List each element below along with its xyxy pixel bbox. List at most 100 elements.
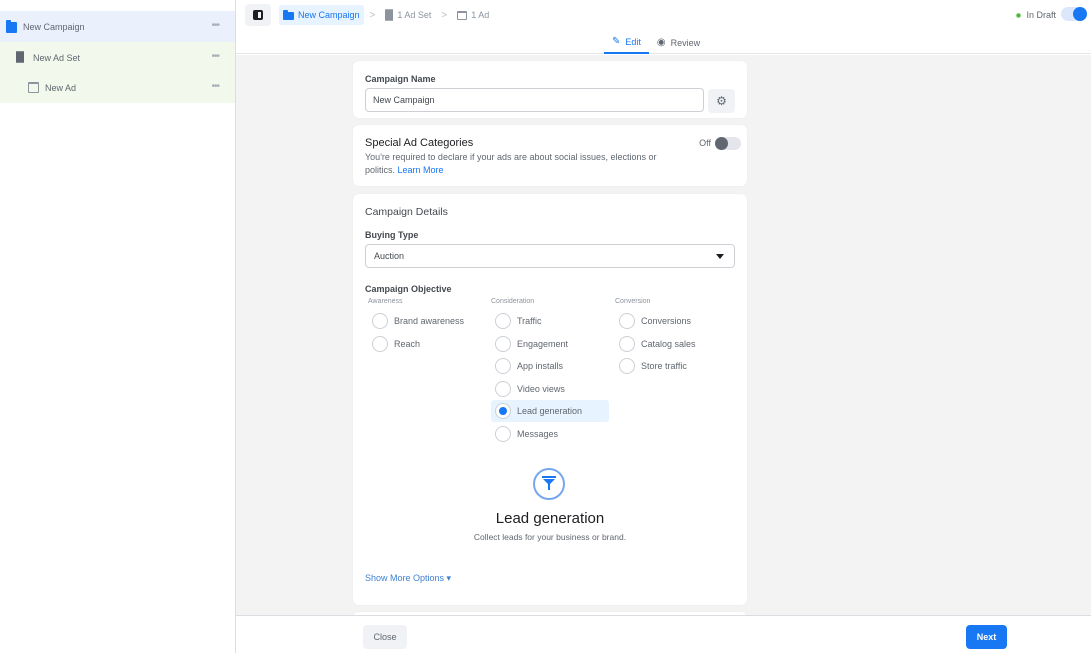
breadcrumb-label: New Campaign: [298, 10, 360, 20]
radio-label: Lead generation: [517, 406, 583, 416]
campaign-tree-sidebar: New Campaign ••• New Ad Set ••• New Ad •…: [0, 0, 236, 653]
radio-label: Messages: [517, 429, 559, 439]
objective-column-awareness: Awareness: [368, 298, 403, 305]
radio-label: Store traffic: [641, 361, 687, 371]
campaign-name-label: Campaign Name: [365, 74, 436, 84]
breadcrumb: New Campaign > 1 Ad Set > 1 Ad: [279, 5, 493, 25]
radio-label: Conversions: [641, 316, 692, 326]
radio-circle: [619, 336, 635, 352]
next-button[interactable]: Next: [966, 625, 1007, 649]
breadcrumb-ad-set[interactable]: 1 Ad Set: [381, 5, 435, 25]
buying-type-select[interactable]: Auction: [365, 244, 735, 268]
buying-type-value: Auction: [374, 251, 405, 261]
objective-radio-store-traffic[interactable]: Store traffic: [615, 356, 687, 376]
ad-icon: [28, 82, 39, 93]
tree-item-ad[interactable]: New Ad •••: [0, 72, 235, 103]
buying-type-label: Buying Type: [365, 230, 419, 240]
tab-label: Review: [670, 37, 701, 48]
tree-item-ad-set[interactable]: New Ad Set •••: [0, 42, 235, 73]
campaign-on-off-toggle[interactable]: [1061, 7, 1087, 21]
special-ad-categories-card: Special Ad Categories You're required to…: [353, 125, 747, 186]
campaign-settings-button[interactable]: ⚙: [708, 89, 735, 113]
special-ad-categories-title: Special Ad Categories: [365, 137, 474, 149]
eye-icon: ◉: [656, 37, 666, 48]
objective-radio-engagement[interactable]: Engagement: [491, 334, 568, 354]
radio-label: Traffic: [517, 316, 542, 326]
top-bar: New Campaign > 1 Ad Set > 1 Ad ✎ Edit ◉ …: [236, 0, 1091, 54]
ad-icon: [457, 10, 468, 20]
mode-tabs: ✎ Edit ◉ Review: [604, 31, 708, 54]
tab-review[interactable]: ◉ Review: [649, 31, 708, 54]
funnel-icon: [533, 468, 565, 500]
chevron-right-icon: >: [369, 9, 376, 21]
objective-description: Collect leads for your business or brand…: [473, 532, 627, 542]
objective-column-consideration: Consideration: [491, 298, 535, 305]
chevron-right-icon: >: [441, 9, 448, 21]
status-dot-icon: [1016, 12, 1022, 18]
radio-circle-selected: [495, 403, 511, 419]
radio-label: App installs: [517, 361, 564, 371]
objective-radio-catalog-sales[interactable]: Catalog sales: [615, 334, 696, 354]
objective-radio-video-views[interactable]: Video views: [491, 379, 565, 399]
radio-circle: [372, 313, 388, 329]
pencil-icon: ✎: [612, 36, 621, 47]
draft-status: In Draft: [1016, 10, 1056, 20]
radio-circle: [619, 313, 635, 329]
campaign-details-card: Campaign Details Buying Type Auction Cam…: [353, 194, 747, 605]
objective-radio-conversions[interactable]: Conversions: [615, 311, 691, 331]
breadcrumb-ad[interactable]: 1 Ad: [453, 5, 493, 25]
tab-edit[interactable]: ✎ Edit: [604, 31, 649, 54]
grid-icon: [385, 9, 394, 21]
special-ad-categories-toggle[interactable]: [715, 137, 741, 150]
folder-icon: [283, 10, 294, 20]
radio-label: Catalog sales: [641, 339, 696, 349]
objective-radio-lead-generation[interactable]: Lead generation: [491, 400, 609, 422]
objective-column-conversion: Conversion: [615, 298, 651, 305]
show-more-options-link[interactable]: Show More Options ▾: [365, 573, 451, 584]
objective-title: Lead generation: [495, 510, 605, 527]
radio-label: Brand awareness: [394, 316, 465, 326]
campaign-name-input[interactable]: New Campaign: [365, 88, 704, 112]
radio-label: Engagement: [517, 339, 569, 349]
gear-icon: ⚙: [716, 94, 727, 108]
objective-radio-traffic[interactable]: Traffic: [491, 311, 542, 331]
more-options-icon[interactable]: •••: [211, 81, 219, 92]
radio-circle: [619, 358, 635, 374]
campaign-name-card: Campaign Name New Campaign ⚙: [353, 61, 747, 118]
grid-icon: [16, 51, 27, 63]
breadcrumb-campaign[interactable]: New Campaign: [279, 5, 364, 25]
footer-bar: Close Next: [236, 615, 1091, 653]
radio-label: Reach: [394, 339, 421, 349]
close-button[interactable]: Close: [363, 625, 407, 649]
radio-circle: [495, 313, 511, 329]
status-label: In Draft: [1026, 10, 1056, 20]
special-ad-categories-description: You're required to declare if your ads a…: [365, 151, 685, 177]
campaign-objective-label: Campaign Objective: [365, 284, 452, 294]
editor-main: Campaign Name New Campaign ⚙ Special Ad …: [236, 55, 1091, 615]
radio-circle: [372, 336, 388, 352]
objective-radio-app-installs[interactable]: App installs: [491, 356, 563, 376]
tree-item-label: New Campaign: [23, 21, 85, 32]
breadcrumb-label: 1 Ad: [471, 10, 490, 20]
learn-more-link[interactable]: Learn More: [398, 165, 444, 175]
tree-item-label: New Ad Set: [33, 52, 81, 63]
objective-radio-brand-awareness[interactable]: Brand awareness: [368, 311, 464, 331]
breadcrumb-label: 1 Ad Set: [397, 10, 432, 20]
radio-circle: [495, 358, 511, 374]
more-options-icon[interactable]: •••: [211, 51, 219, 62]
objective-radio-messages[interactable]: Messages: [491, 424, 558, 444]
tree-item-campaign[interactable]: New Campaign •••: [0, 11, 235, 42]
radio-circle: [495, 426, 511, 442]
objective-radio-reach[interactable]: Reach: [368, 334, 420, 354]
radio-circle: [495, 336, 511, 352]
radio-label: Video views: [517, 384, 565, 394]
campaign-details-title: Campaign Details: [365, 206, 448, 218]
toggle-sidebar-button[interactable]: [245, 4, 271, 26]
radio-circle: [495, 381, 511, 397]
folder-icon: [6, 20, 17, 33]
sidebar-panel-icon: [253, 10, 263, 20]
toggle-state-label: Off: [699, 138, 711, 148]
tree-item-label: New Ad: [45, 82, 77, 93]
more-options-icon[interactable]: •••: [211, 20, 219, 31]
tab-label: Edit: [625, 36, 641, 47]
